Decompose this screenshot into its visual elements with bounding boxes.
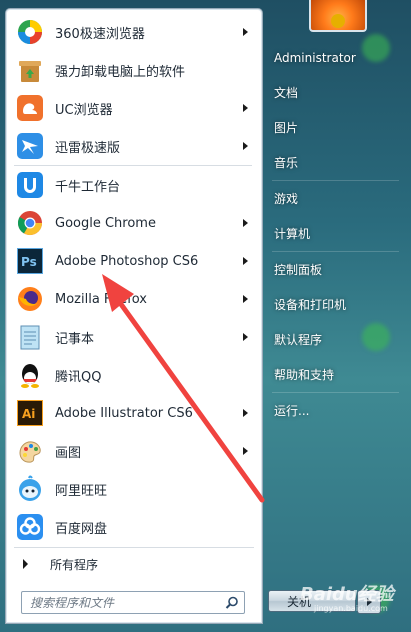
watermark: Baidu经验 jingyan.baidu.com: [300, 580, 394, 613]
places-item-run[interactable]: 运行...: [262, 393, 411, 428]
svg-text:Ai: Ai: [22, 407, 35, 421]
submenu-arrow-icon: [243, 142, 248, 150]
places-item-games[interactable]: 游戏: [262, 181, 411, 216]
submenu-arrow-icon: [243, 333, 248, 341]
places-item-music[interactable]: 音乐: [262, 145, 411, 180]
expand-arrow-icon: [23, 559, 28, 569]
places-item-computer[interactable]: 计算机: [262, 216, 411, 251]
program-label: 千牛工作台: [55, 179, 121, 195]
places-pane: Administrator 文档 图片 音乐 游戏 计算机 控制面板 设备和打印…: [262, 40, 411, 632]
uninstall-tool-icon: [15, 55, 45, 85]
qq-icon: [15, 360, 45, 390]
program-label: Adobe Photoshop CS6: [55, 253, 199, 269]
program-label: 画图: [55, 445, 82, 461]
places-item-help-support[interactable]: 帮助和支持: [262, 357, 411, 392]
program-label: 强力卸载电脑上的软件: [55, 64, 186, 80]
uc-browser-icon: [15, 93, 45, 123]
program-label: 360极速浏览器: [55, 26, 145, 42]
submenu-arrow-icon: [243, 409, 248, 417]
watermark-main: Baidu经验: [300, 584, 394, 605]
program-label: Mozilla Firefox: [55, 291, 147, 307]
program-list: 360极速浏览器 强力卸载电脑上的软件 UC浏览器 迅雷极速版 千牛工作台 Go…: [8, 13, 258, 546]
program-item-uninstall-tool[interactable]: 强力卸载电脑上的软件: [8, 51, 258, 89]
places-item-pictures[interactable]: 图片: [262, 110, 411, 145]
notepad-icon: [15, 322, 45, 352]
program-item-aliwangwang[interactable]: 阿里旺旺: [8, 470, 258, 508]
submenu-arrow-icon: [243, 28, 248, 36]
places-item-documents[interactable]: 文档: [262, 75, 411, 110]
submenu-arrow-icon: [243, 257, 248, 265]
places-item-default-programs[interactable]: 默认程序: [262, 322, 411, 357]
program-item-notepad[interactable]: 记事本: [8, 318, 258, 356]
divider: [14, 547, 254, 548]
all-programs-label: 所有程序: [50, 557, 99, 572]
program-item-360-browser[interactable]: 360极速浏览器: [8, 13, 258, 51]
xunlei-icon: [15, 131, 45, 161]
baidu-netdisk-icon: [15, 512, 45, 542]
photoshop-icon: Ps: [15, 246, 45, 276]
search-box[interactable]: [21, 591, 245, 614]
program-label: 阿里旺旺: [55, 483, 108, 499]
places-item-user[interactable]: Administrator: [262, 40, 411, 75]
program-item-xunlei[interactable]: 迅雷极速版: [8, 127, 258, 165]
program-label: 百度网盘: [55, 521, 108, 537]
paint-icon: [15, 436, 45, 466]
aliwangwang-icon: [15, 474, 45, 504]
program-item-qq[interactable]: 腾讯QQ: [8, 356, 258, 394]
program-item-photoshop[interactable]: Ps Adobe Photoshop CS6: [8, 242, 258, 280]
program-label: 腾讯QQ: [55, 369, 102, 385]
places-item-devices-printers[interactable]: 设备和打印机: [262, 287, 411, 322]
watermark-sub: jingyan.baidu.com: [314, 604, 388, 613]
search-input[interactable]: [22, 593, 215, 613]
firefox-icon: [15, 284, 45, 314]
chrome-icon: [15, 208, 45, 238]
program-list-pane: 360极速浏览器 强力卸载电脑上的软件 UC浏览器 迅雷极速版 千牛工作台 Go…: [5, 8, 263, 624]
program-label: Google Chrome: [55, 215, 156, 231]
places-item-control-panel[interactable]: 控制面板: [262, 252, 411, 287]
program-label: Adobe Illustrator CS6: [55, 405, 193, 421]
illustrator-icon: Ai: [15, 398, 45, 428]
program-item-chrome[interactable]: Google Chrome: [8, 204, 258, 242]
program-item-baidu-netdisk[interactable]: 百度网盘: [8, 508, 258, 546]
program-label: 迅雷极速版: [55, 140, 121, 156]
program-item-illustrator[interactable]: Ai Adobe Illustrator CS6: [8, 394, 258, 432]
all-programs-button[interactable]: 所有程序: [8, 554, 258, 574]
program-item-paint[interactable]: 画图: [8, 432, 258, 470]
submenu-arrow-icon: [243, 104, 248, 112]
360-browser-icon: [15, 17, 45, 47]
user-picture[interactable]: [309, 0, 367, 32]
program-label: UC浏览器: [55, 102, 113, 118]
qianniu-icon: [15, 170, 45, 200]
program-item-uc-browser[interactable]: UC浏览器: [8, 89, 258, 127]
program-label: 记事本: [55, 331, 95, 347]
program-item-qianniu[interactable]: 千牛工作台: [8, 166, 258, 204]
program-item-firefox[interactable]: Mozilla Firefox: [8, 280, 258, 318]
submenu-arrow-icon: [243, 447, 248, 455]
search-icon[interactable]: [225, 595, 239, 614]
submenu-arrow-icon: [243, 219, 248, 227]
svg-text:Ps: Ps: [21, 255, 37, 269]
submenu-arrow-icon: [243, 295, 248, 303]
